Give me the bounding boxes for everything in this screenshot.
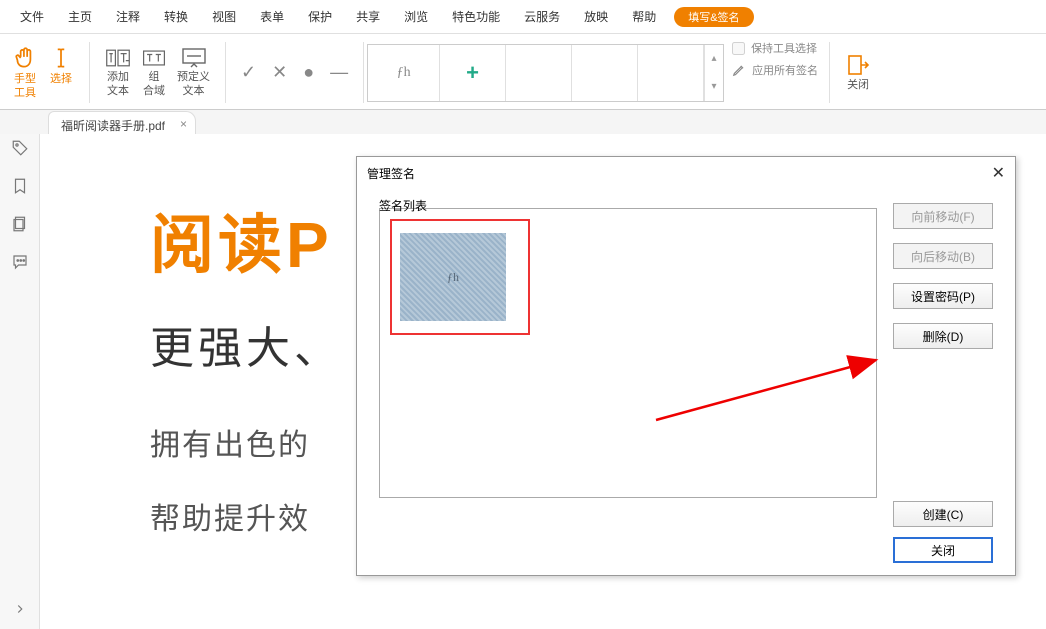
hand-tool-label: 手型 工具 — [14, 73, 36, 99]
left-sidebar — [0, 134, 40, 629]
combine-field-button[interactable]: 组 合域 — [139, 45, 169, 99]
signature-preview: ƒh — [400, 233, 506, 321]
menu-play[interactable]: 放映 — [572, 4, 620, 29]
apply-all-signatures-button[interactable]: 应用所有签名 — [732, 62, 818, 78]
document-tab-title: 福昕阅读器手册.pdf — [61, 119, 165, 133]
menu-fill-sign[interactable]: 填写&签名 — [674, 7, 753, 27]
close-dialog-button[interactable]: 关闭 — [893, 537, 993, 563]
combine-icon — [141, 47, 167, 69]
dash-icon[interactable]: — — [330, 62, 348, 83]
manage-signatures-dialog: 管理签名 ✕ 签名列表 ƒh 向前移动(F) 向后移动(B) 设置密码(P) 删… — [356, 156, 1016, 576]
signature-slot-empty[interactable] — [506, 45, 572, 101]
signature-list-label: 签名列表 — [379, 197, 993, 214]
signature-slot-empty[interactable] — [638, 45, 704, 101]
menu-help[interactable]: 帮助 — [620, 4, 668, 29]
ribbon-close-label: 关闭 — [847, 79, 869, 92]
menu-view[interactable]: 视图 — [200, 4, 248, 29]
signature-options: 保持工具选择 应用所有签名 — [724, 36, 826, 109]
cross-icon[interactable]: ✕ — [272, 62, 287, 83]
menu-file[interactable]: 文件 — [8, 4, 56, 29]
exit-icon — [845, 53, 871, 77]
menu-convert[interactable]: 转换 — [152, 4, 200, 29]
gallery-down-button[interactable]: ▾ — [705, 73, 723, 101]
keep-tool-checkbox[interactable] — [732, 42, 745, 55]
signature-list: ƒh — [379, 208, 877, 498]
menu-form[interactable]: 表单 — [248, 4, 296, 29]
signature-slot-empty[interactable] — [572, 45, 638, 101]
pen-icon — [732, 63, 746, 77]
select-tool-label: 选择 — [50, 73, 72, 86]
addtext-icon — [105, 47, 131, 69]
menu-annotate[interactable]: 注释 — [104, 4, 152, 29]
menu-bar: 文件 主页 注释 转换 视图 表单 保护 共享 浏览 特色功能 云服务 放映 帮… — [0, 0, 1046, 34]
signature-thumb[interactable]: ƒh — [368, 45, 440, 101]
move-backward-button[interactable]: 向后移动(B) — [893, 243, 993, 269]
comments-icon[interactable] — [10, 252, 30, 272]
add-text-button[interactable]: 添加 文本 — [103, 45, 133, 99]
dot-icon[interactable]: ● — [303, 62, 314, 83]
signature-gallery: ƒh + ▴ ▾ — [367, 44, 724, 102]
keep-tool-label: 保持工具选择 — [751, 40, 817, 56]
menu-protect[interactable]: 保护 — [296, 4, 344, 29]
check-icon[interactable]: ✓ — [241, 62, 256, 83]
dialog-title-text: 管理签名 — [367, 165, 415, 182]
delete-button[interactable]: 删除(D) — [893, 323, 993, 349]
predefined-text-label: 预定义 文本 — [177, 71, 210, 97]
add-signature-button[interactable]: + — [440, 45, 506, 101]
ribbon-close-button[interactable]: 关闭 — [843, 51, 873, 94]
expand-sidebar-button[interactable] — [10, 599, 30, 619]
menu-cloud[interactable]: 云服务 — [512, 4, 572, 29]
create-button[interactable]: 创建(C) — [893, 501, 993, 527]
symbol-group: ✓ ✕ ● — — [229, 36, 360, 109]
signature-nav: ▴ ▾ — [704, 45, 723, 101]
predefined-icon — [181, 47, 207, 69]
tab-close-button[interactable]: × — [180, 117, 187, 131]
dialog-close-button[interactable]: ✕ — [992, 163, 1005, 183]
hand-tool-button[interactable]: 手型 工具 — [10, 43, 40, 101]
add-text-label: 添加 文本 — [107, 71, 129, 97]
dialog-titlebar: 管理签名 ✕ — [357, 157, 1015, 189]
cursor-text-icon — [48, 45, 74, 71]
tag-tool-icon[interactable] — [10, 138, 30, 158]
signature-mark-icon: ƒh — [397, 65, 411, 81]
gallery-up-button[interactable]: ▴ — [705, 45, 723, 73]
menu-browse[interactable]: 浏览 — [392, 4, 440, 29]
signature-item-selected[interactable]: ƒh — [390, 219, 530, 335]
signature-mark-icon: ƒh — [447, 270, 459, 285]
pages-icon[interactable] — [10, 214, 30, 234]
menu-home[interactable]: 主页 — [56, 4, 104, 29]
apply-all-label: 应用所有签名 — [752, 62, 818, 78]
ribbon: 手型 工具 选择 添加 文本 组 合域 预定义 文本 ✓ — [0, 34, 1046, 110]
combine-field-label: 组 合域 — [143, 71, 165, 97]
set-password-button[interactable]: 设置密码(P) — [893, 283, 993, 309]
select-tool-button[interactable]: 选择 — [46, 43, 76, 101]
bookmark-icon[interactable] — [10, 176, 30, 196]
menu-feature[interactable]: 特色功能 — [440, 4, 512, 29]
menu-share[interactable]: 共享 — [344, 4, 392, 29]
hand-icon — [12, 45, 38, 71]
predefined-text-button[interactable]: 预定义 文本 — [175, 45, 212, 99]
